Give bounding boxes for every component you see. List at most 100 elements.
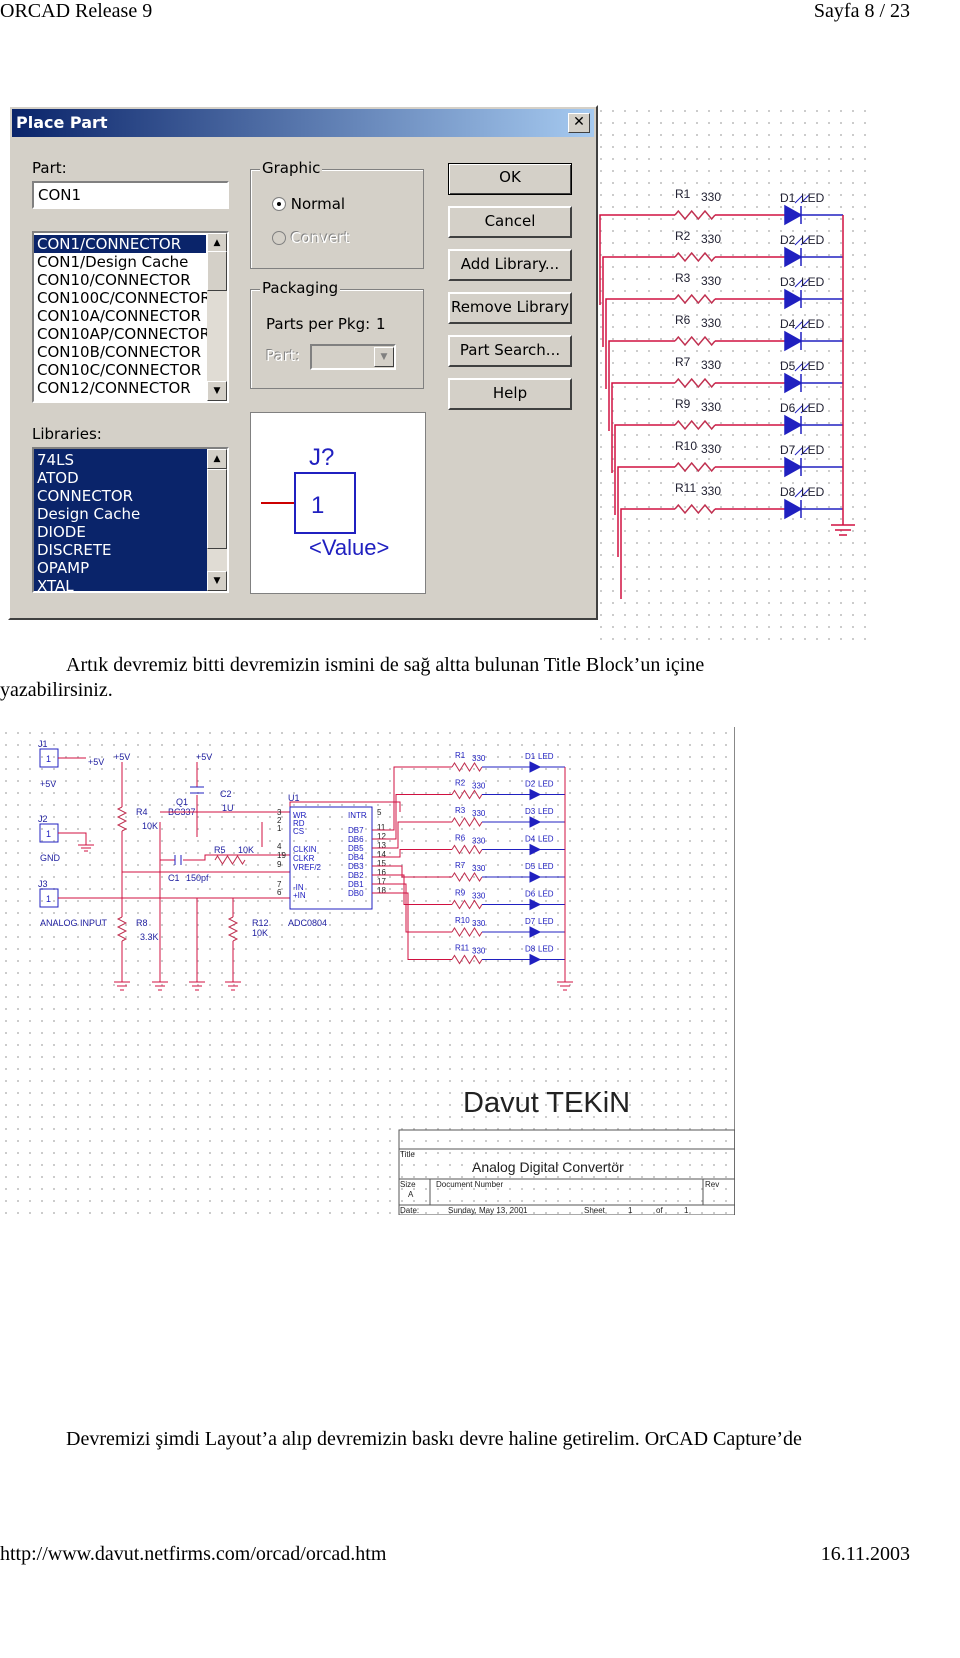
scroll-down-icon[interactable]: ▼ [207,381,227,401]
tb-of: 1 [684,1206,689,1215]
resistor-value: 330 [701,316,721,330]
resistor-label: R10 [675,439,697,453]
paragraph-layout: Devremizi şimdi Layout’a alıp devremizin… [66,1428,802,1450]
parts-per-pkg-label: Parts per Pkg: [266,315,371,333]
resistor-label: R3 [675,271,691,285]
led-symbol [482,953,565,966]
u1-value: ADC0804 [288,918,327,928]
wire [605,298,675,389]
led-label: D5 [780,359,796,373]
led-symbol [482,816,565,828]
led-symbol [784,414,843,436]
part-input[interactable]: CON1 [32,181,229,209]
preview-pin: 1 [311,492,324,519]
resistor-symbol [674,461,716,473]
resistor-symbol [674,293,716,305]
resistor-symbol [451,844,483,855]
led-circuit: R1 330 D1 LED R2 330 D2 LED R3 330 D3 LED R6 330 D4 LED… [599,187,855,599]
library-list-item[interactable]: XTAL [34,577,206,591]
resistor-symbol [451,872,483,882]
led-value: LED [538,945,554,954]
library-list-item[interactable]: DIODE [34,523,206,541]
j3-name: ANALOG INPUT [40,918,108,928]
libraries-list[interactable]: 74LS ATOD CONNECTOR Design Cache DIODE DISCRE… [32,447,229,593]
parts-list[interactable]: CON1/CONNECTOR CON1/Design Cache CON10/CON… [32,231,229,403]
u1-pin-number: 12 [377,832,386,841]
cancel-button[interactable]: Cancel [448,206,572,238]
resistor-value: 330 [701,442,721,456]
led-value: LED [538,807,554,816]
normal-radio[interactable]: Normal [272,195,345,213]
u1-pin-name: DB2 [348,871,364,880]
led-value: LED [801,359,825,373]
led-label: D3 [780,275,796,289]
library-list-item[interactable]: DISCRETE [34,541,206,559]
led-value: LED [801,191,825,205]
scroll-thumb[interactable] [207,469,227,549]
resistor-value: 330 [701,274,721,288]
convert-radio[interactable]: Convert [272,229,350,247]
tb-sheet: 1 [628,1206,633,1215]
part-list-item[interactable]: CON100C/CONNECTOR [34,289,211,307]
led-value: LED [538,780,554,789]
footer-url[interactable]: http://www.davut.netfirms.com/orcad/orca… [0,1543,386,1566]
remove-library-button[interactable]: Remove Library [448,292,572,324]
j2-name: GND [40,853,61,863]
place-part-dialog: Place Part ✕ Part: CON1 CON1/CONNECTOR CO… [8,105,598,620]
help-button[interactable]: Help [448,378,572,410]
u1-pin-number: 4 [277,842,282,851]
adc-schematic: J1 +5V +5V J2 GND J3 ANALOG INPUT +5V +5… [38,739,735,1215]
part-search-button[interactable]: Part Search... [448,335,572,367]
r5-value: 10K [238,845,254,855]
wire [611,382,675,473]
j1-net: +5V [88,757,104,767]
scroll-up-icon[interactable]: ▲ [207,233,227,253]
resistor-label: R1 [455,751,466,760]
resistor-label: R2 [675,229,691,243]
scroll-down-icon[interactable]: ▼ [207,571,227,591]
u1-pin-name: DB6 [348,835,364,844]
c2-label: C2 [220,789,232,799]
part-list-item[interactable]: CON1/CONNECTOR [34,235,206,253]
ok-button[interactable]: OK [448,163,572,195]
ground-bus [831,215,855,536]
resistor-symbol [674,377,716,389]
library-list-item[interactable]: CONNECTOR [34,487,206,505]
parts-scrollbar[interactable]: ▲ ▼ [207,233,227,401]
led-label: D1 [525,752,536,761]
part-list-item[interactable]: CON10/CONNECTOR [34,271,206,289]
part-list-item[interactable]: CON1/Design Cache [34,253,206,271]
part-select[interactable]: ▼ [310,344,396,370]
u1-pin-name: INTR [348,811,367,820]
led-label: D5 [525,862,536,871]
resistor-value: 330 [701,484,721,498]
libraries-scrollbar[interactable]: ▲ ▼ [207,449,227,591]
parts-per-pkg-value: 1 [376,315,386,333]
resistor-label: R6 [455,834,466,843]
wire [372,766,452,831]
part-list-item[interactable]: CON12/CONNECTOR [34,379,206,397]
library-list-item[interactable]: Design Cache [34,505,206,523]
part-list-item[interactable]: CON10C/CONNECTOR [34,361,206,379]
resistor-label: R10 [455,916,470,925]
preview-value: <Value> [309,535,389,560]
resistor-symbol [674,503,716,515]
library-list-item[interactable]: OPAMP [34,559,206,577]
close-button[interactable]: ✕ [568,113,590,133]
resistor-label: R1 [675,187,691,201]
j1-label: J1 [38,739,48,749]
add-library-button[interactable]: Add Library... [448,249,572,281]
led-label: D6 [525,890,536,899]
scroll-thumb[interactable] [207,251,227,291]
part-list-item[interactable]: CON10A/CONNECTOR [34,307,206,325]
part-list-item[interactable]: CON10AP/CONNECTOR [34,325,210,343]
scroll-up-icon[interactable]: ▲ [207,449,227,469]
led-value: LED [538,752,554,761]
resistor-symbol [451,954,483,965]
library-list-item[interactable]: ATOD [34,469,206,487]
j2-label: J2 [38,814,48,824]
part-list-item[interactable]: CON10B/CONNECTOR [34,343,206,361]
led-label: D4 [525,835,536,844]
resistor-label: R9 [675,397,691,411]
library-list-item[interactable]: 74LS [34,451,206,469]
